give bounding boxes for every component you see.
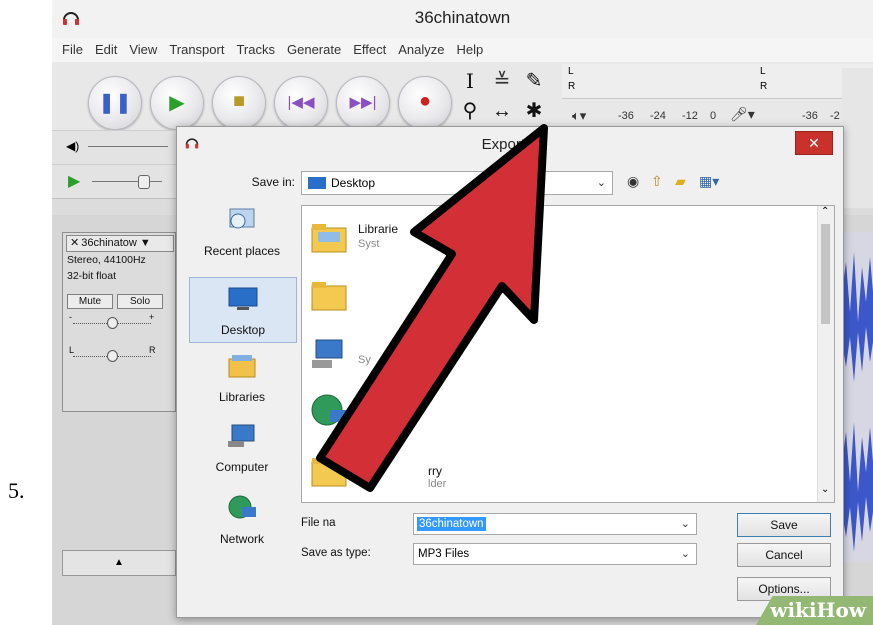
wikihow-watermark: wikiHow [756,596,873,625]
step-number: 5. [8,478,25,503]
annotation-arrow [316,124,548,492]
watermark-how: How [816,598,866,622]
screenshot-frame: 36chinatown File Edit View Transport Tracks G… [52,0,873,625]
watermark-wiki: wiki [770,598,817,622]
red-arrow-icon [316,124,548,492]
wikihow-logo: wikiHow [770,598,866,622]
